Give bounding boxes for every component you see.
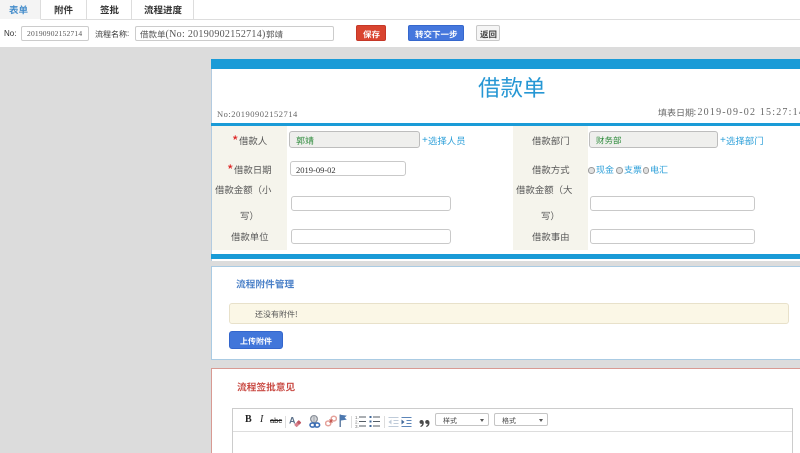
svg-text:3.: 3. bbox=[355, 424, 359, 428]
